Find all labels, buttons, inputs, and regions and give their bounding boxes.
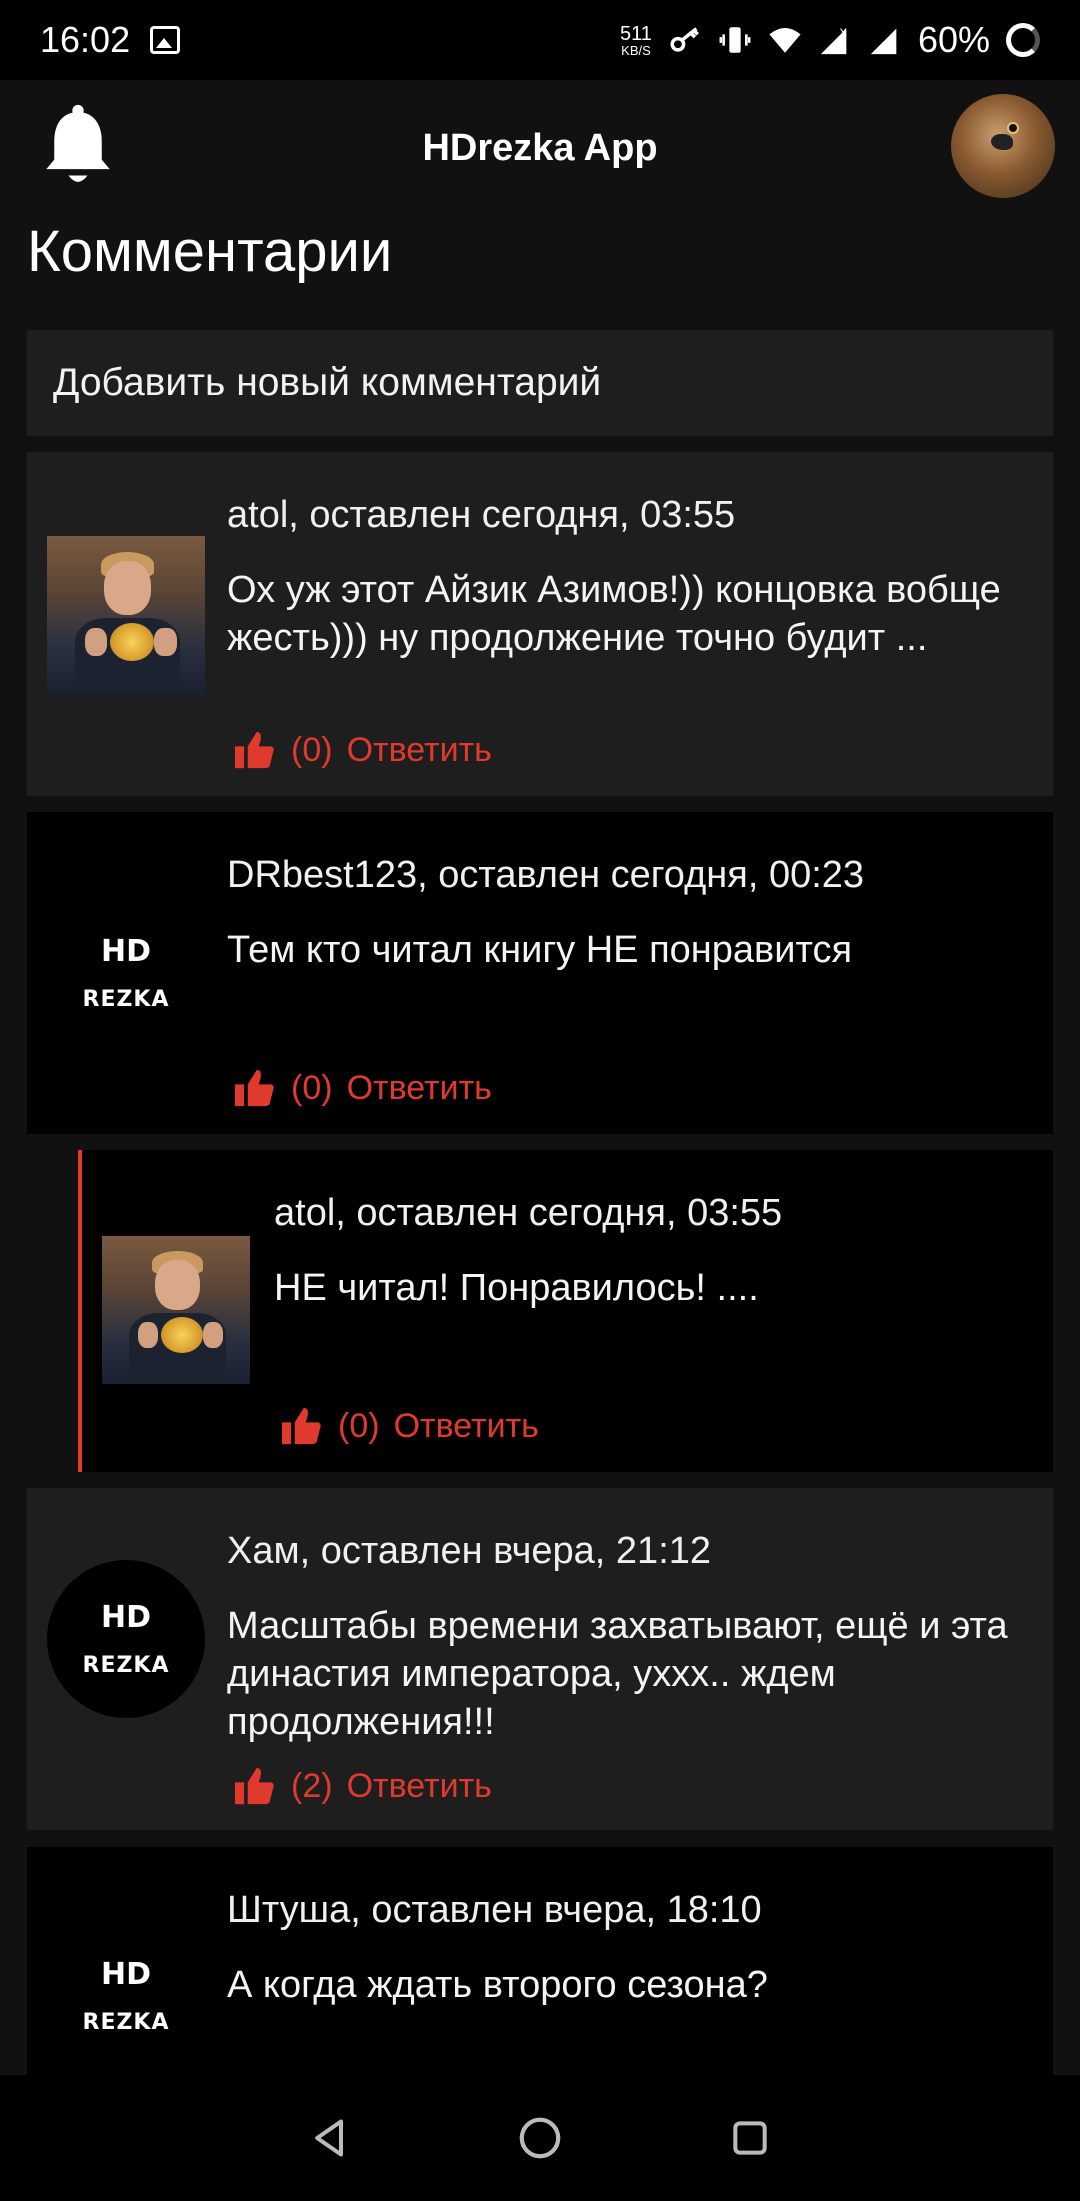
vpn-key-icon (670, 27, 699, 52)
reply-button[interactable]: Ответить (394, 1407, 539, 1446)
network-speed: 511 KB/S (620, 24, 652, 57)
comment-text: Ох уж этот Айзик Азимов!)) концовка вобщ… (227, 569, 1001, 659)
comment-text: А когда ждать второго сезона? (227, 1964, 768, 2006)
photo-cup (110, 622, 155, 661)
comment-actions: (2) Ответить (233, 1766, 492, 1806)
logo-hd-text: HD (100, 1957, 151, 1992)
logo-rezka-text: REZKA (82, 1653, 170, 1678)
comment-card: HD REZKA Хам, оставлен вчера, 21:12 Масш… (27, 1488, 1053, 1830)
comment-text: Тем кто читал книгу НЕ понравится (227, 929, 853, 971)
logo-rezka-text: REZKA (82, 2010, 170, 2035)
comment-meta: Хам, оставлен вчера, 21:12 (227, 1530, 712, 1572)
photo-cup (161, 1317, 203, 1353)
avatar-eye (1007, 122, 1019, 134)
thumb-up-icon[interactable] (233, 1068, 277, 1108)
like-count: (0) (291, 1068, 333, 1107)
comment-text: НЕ читал! Понравилось! .... (274, 1267, 759, 1309)
comment-meta: atol, оставлен сегодня, 03:55 (227, 494, 736, 536)
comment-avatar[interactable] (102, 1236, 250, 1384)
bell-icon[interactable] (40, 102, 116, 192)
thumb-up-icon[interactable] (233, 730, 277, 770)
page-title: Комментарии (27, 219, 393, 284)
like-count: (0) (291, 730, 333, 769)
comment-meta: Штуша, оставлен вчера, 18:10 (227, 1889, 762, 1931)
image-notification-icon (150, 26, 181, 54)
comment-card: atol, оставлен сегодня, 03:55 Ох уж этот… (27, 452, 1053, 796)
wifi-icon (769, 27, 801, 53)
comment-actions: (0) Ответить (280, 1406, 539, 1446)
hdrezka-logo-avatar[interactable]: HD REZKA (47, 1917, 205, 2075)
app-bar: HDrezka App (0, 80, 1080, 216)
hdrezka-logo-avatar[interactable]: HD REZKA (47, 1560, 205, 1718)
logo-rezka-text: REZKA (82, 987, 170, 1012)
svg-text:X: X (839, 26, 847, 40)
signal-1-icon: X (820, 26, 847, 55)
app-title: HDrezka App (422, 126, 658, 169)
battery-icon (1006, 23, 1040, 57)
logo-hd-text: HD (100, 934, 151, 969)
reply-comment-card: atol, оставлен сегодня, 03:55 НЕ читал! … (78, 1150, 1053, 1472)
vibrate-icon (719, 27, 751, 53)
photo-hand (137, 1321, 159, 1349)
comment-card: HD REZKA Штуша, оставлен вчера, 18:10 А … (27, 1847, 1053, 2075)
photo-face (155, 1259, 200, 1310)
like-count: (2) (291, 1766, 333, 1805)
avatar-beak (991, 134, 1013, 150)
circle-home-icon (519, 2117, 561, 2159)
photo-hand (84, 627, 108, 657)
comment-card: HD REZKA DRbest123, оставлен сегодня, 00… (27, 812, 1053, 1134)
reply-button[interactable]: Ответить (347, 1069, 492, 1108)
photo-hand (154, 627, 177, 657)
thumb-up-icon[interactable] (280, 1406, 324, 1446)
battery-percent: 60% (917, 19, 990, 60)
add-comment-button[interactable]: Добавить новый комментарий (27, 330, 1053, 436)
navigation-bar (0, 2075, 1080, 2201)
user-avatar[interactable] (951, 94, 1055, 198)
signal-2-icon (870, 28, 897, 55)
network-speed-unit: KB/S (621, 42, 651, 58)
network-speed-value: 511 (620, 22, 652, 45)
hdrezka-logo-avatar[interactable]: HD REZKA (47, 894, 205, 1052)
comment-actions: (0) Ответить (233, 730, 492, 770)
status-time: 16:02 (40, 19, 131, 60)
logo-hd-text: HD (100, 1600, 151, 1635)
like-count: (0) (338, 1406, 380, 1445)
photo-face (103, 561, 152, 615)
comment-meta: DRbest123, оставлен сегодня, 00:23 (227, 854, 865, 896)
reply-button[interactable]: Ответить (347, 1767, 492, 1806)
triangle-back-icon (315, 2119, 344, 2157)
nav-recents-button[interactable] (725, 2113, 775, 2163)
nav-back-button[interactable] (305, 2113, 355, 2163)
reply-button[interactable]: Ответить (347, 731, 492, 770)
square-recents-icon (733, 2121, 767, 2155)
status-bar: 16:02 511 KB/S X 60% (0, 0, 1080, 80)
photo-hand (202, 1321, 224, 1349)
comment-avatar[interactable] (47, 536, 205, 694)
comment-text: Масштабы времени захватывают, ещё и эта … (227, 1605, 1008, 1743)
thumb-up-icon[interactable] (233, 1766, 277, 1806)
comment-actions: (0) Ответить (233, 1068, 492, 1108)
comment-meta: atol, оставлен сегодня, 03:55 (274, 1192, 783, 1234)
nav-home-button[interactable] (515, 2113, 565, 2163)
